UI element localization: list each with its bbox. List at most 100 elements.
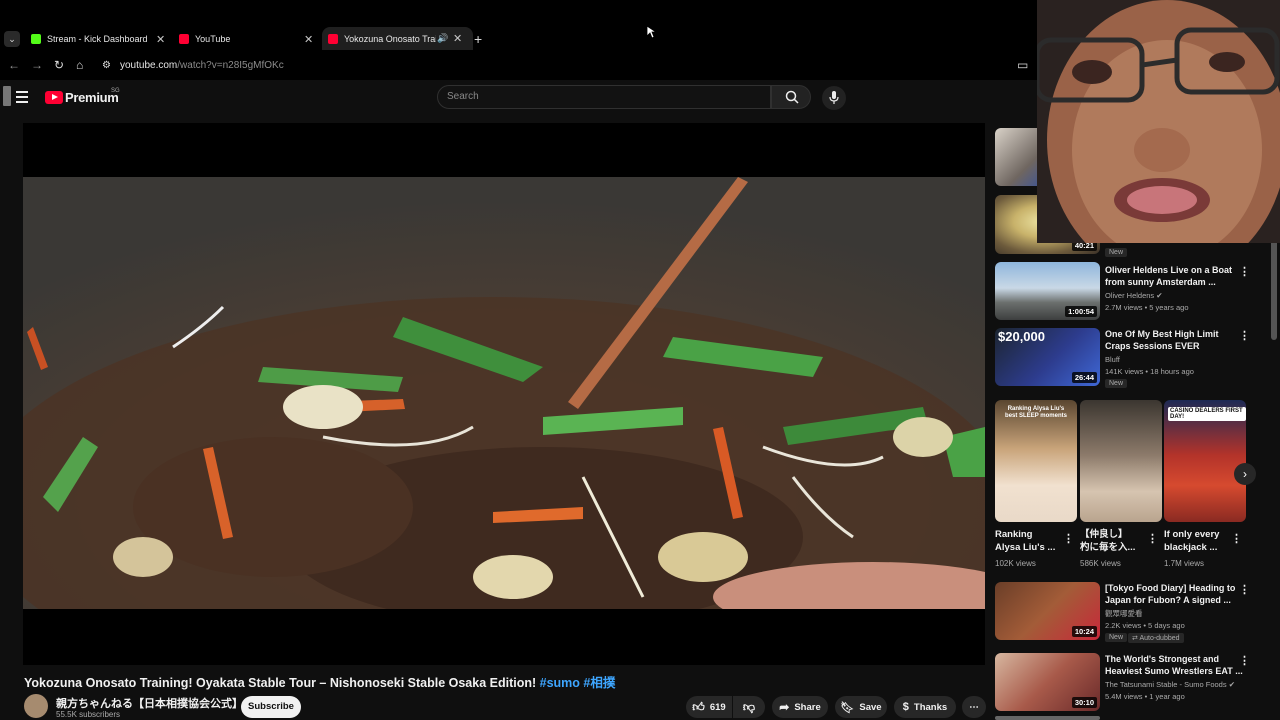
more-options-icon[interactable]: ⋮ [1063, 532, 1074, 545]
sidebar-video-thumbnail[interactable]: 10:24 [995, 582, 1100, 640]
more-options-icon[interactable]: ⋮ [1239, 583, 1250, 596]
new-tab-button[interactable]: + [474, 31, 482, 47]
video-player[interactable] [23, 123, 985, 665]
channel-avatar[interactable] [24, 694, 48, 718]
sidebar-video-thumbnail[interactable]: $20,000 26:44 [995, 328, 1100, 386]
tab-youtube[interactable]: YouTube ✕ [174, 29, 324, 49]
channel-name[interactable]: 親方ちゃんねる【日本相撲協会公式】 [56, 695, 243, 711]
hamburger-menu-icon[interactable] [16, 91, 28, 103]
new-badge: New [1105, 379, 1128, 388]
thanks-button[interactable]: $ Thanks [894, 696, 956, 718]
sidebar-video-meta: 5.4M views • 1 year ago [1105, 692, 1185, 701]
url-host: youtube.com [120, 60, 178, 71]
address-bar[interactable]: youtube.com/watch?v=n28I5gMfOKc [120, 60, 284, 71]
home-icon[interactable]: ⌂ [76, 58, 83, 72]
sidebar-video-title[interactable]: The World's Strongest and Heaviest Sumo W… [1105, 653, 1243, 677]
sidebar-video-meta: 2.7M views • 5 years ago [1105, 303, 1189, 312]
save-label: Save [859, 701, 882, 713]
bookmark-icon: 🔖︎ [840, 701, 855, 714]
channel-text: Oliver Heldens [1105, 291, 1155, 300]
like-count: 619 [709, 701, 726, 713]
sidebar-video-title[interactable]: One Of My Best High Limit Craps Sessions … [1105, 328, 1219, 352]
share-button[interactable]: ➦ Share [772, 696, 828, 718]
kick-icon [31, 34, 41, 44]
new-badge: New [1105, 633, 1128, 642]
search-icon [785, 90, 799, 104]
region-code: SG [111, 88, 120, 94]
youtube-logo[interactable] [45, 91, 63, 104]
tab-list-chevron-icon[interactable]: ⌄ [4, 31, 20, 47]
title-line: Craps Sessions EVER [1105, 341, 1200, 351]
sidebar-edge [3, 86, 11, 106]
save-button[interactable]: 🔖︎ Save [835, 696, 887, 718]
verified-icon: ✔ [1228, 680, 1235, 689]
youtube-icon [328, 33, 338, 44]
microphone-icon [829, 91, 839, 104]
share-icon: ➦ [779, 700, 790, 714]
cast-icon[interactable]: ▭ [1017, 58, 1028, 72]
dislike-button[interactable]: 👎︎ [733, 696, 765, 718]
sidebar-channel-name[interactable]: The Tatsunami Stable - Sumo Foods ✔ [1105, 679, 1235, 690]
shorts-next-button[interactable]: › [1234, 463, 1256, 485]
close-tab-icon[interactable]: ✕ [453, 32, 462, 45]
tab-yokozuna-video[interactable]: Yokozuna Onosato Training 🔊 ✕ [322, 27, 473, 50]
speaker-icon[interactable]: 🔊 [437, 33, 448, 44]
more-actions-button[interactable]: ⋯ [962, 696, 986, 718]
short-views: 586K views [1080, 559, 1121, 568]
video-hashtags[interactable]: #sumo #相撲 [540, 676, 616, 690]
more-options-icon[interactable]: ⋮ [1239, 329, 1250, 342]
short-title[interactable]: 【仲良し】 杓に毎を入... [1080, 528, 1135, 554]
sidebar-channel-name[interactable]: Bluff [1105, 354, 1120, 365]
title-line: Japan for Fubon? A signed ... [1105, 595, 1231, 605]
short-title[interactable]: Ranking Alysa Liu's ... [995, 528, 1055, 554]
short-views: 102K views [995, 559, 1036, 568]
title-line: blackjack ... [1164, 542, 1218, 553]
voice-search-button[interactable] [822, 86, 846, 110]
subscriber-count: 55.5K subscribers [56, 710, 121, 719]
subscribe-button[interactable]: Subscribe [241, 696, 301, 718]
title-line: If only every [1164, 529, 1220, 540]
close-tab-icon[interactable]: ✕ [156, 33, 165, 46]
sidebar-video-thumbnail[interactable]: 1:00:54 [995, 262, 1100, 320]
reload-icon[interactable]: ↻ [54, 58, 64, 72]
short-title[interactable]: If only every blackjack ... [1164, 528, 1219, 554]
sidebar-video-thumbnail[interactable] [995, 716, 1100, 720]
sidebar-video-title[interactable]: [Tokyo Food Diary] Heading to Japan for F… [1105, 582, 1235, 606]
auto-dubbed-badge: ⇄ Auto-dubbed [1128, 633, 1184, 643]
tab-label: Stream - Kick Dashboard [47, 34, 148, 44]
title-line: Oliver Heldens Live on a Boat [1105, 265, 1233, 275]
video-duration: 10:24 [1071, 626, 1097, 637]
video-duration: 26:44 [1071, 372, 1097, 383]
sidebar-video-title[interactable]: Oliver Heldens Live on a Boat from sunny … [1105, 264, 1232, 288]
like-button[interactable]: 👍︎ 619 [686, 696, 732, 718]
page-scrollbar[interactable] [1271, 240, 1277, 340]
channel-text: The Tatsunami Stable - Sumo Foods [1105, 680, 1227, 689]
more-options-icon[interactable]: ⋮ [1231, 532, 1242, 545]
site-info-icon[interactable]: ⚙ [102, 60, 111, 71]
more-options-icon[interactable]: ⋮ [1239, 654, 1250, 667]
title-line: 【仲良し】 [1080, 529, 1128, 540]
close-tab-icon[interactable]: ✕ [304, 33, 313, 46]
back-arrow-icon[interactable]: ← [8, 58, 20, 72]
short-thumbnail[interactable]: Ranking Alysa Liu's best SLEEP moments [995, 400, 1077, 522]
sidebar-channel-name[interactable]: 觀眾哪愛看 [1105, 608, 1143, 619]
title-line: Ranking [995, 529, 1033, 540]
title-line: One Of My Best High Limit [1105, 329, 1219, 339]
short-thumbnail[interactable]: CASINO DEALERS FIRST DAY! [1164, 400, 1246, 522]
thanks-icon: $ [902, 701, 909, 713]
search-input[interactable]: Search [437, 85, 771, 109]
video-title: Yokozuna Onosato Training! Oyakata Stabl… [24, 672, 615, 691]
thumbs-up-icon: 👍︎ [692, 699, 705, 714]
sidebar-video-thumbnail[interactable]: 30:10 [995, 653, 1100, 711]
youtube-icon [179, 34, 189, 44]
more-options-icon[interactable]: ⋮ [1147, 532, 1158, 545]
forward-arrow-icon[interactable]: → [31, 58, 43, 72]
search-button[interactable] [771, 85, 811, 109]
sidebar-channel-name[interactable]: Oliver Heldens ✔ [1105, 290, 1163, 301]
url-path: /watch?v=n28I5gMfOKc [177, 60, 284, 71]
short-thumbnail-text: CASINO DEALERS FIRST DAY! [1168, 407, 1246, 421]
tab-kick-dashboard[interactable]: Stream - Kick Dashboard ✕ [26, 29, 176, 49]
more-options-icon[interactable]: ⋮ [1239, 265, 1250, 278]
short-thumbnail[interactable] [1080, 400, 1162, 522]
sidebar-video-meta: 2.2K views • 5 days ago [1105, 621, 1185, 630]
